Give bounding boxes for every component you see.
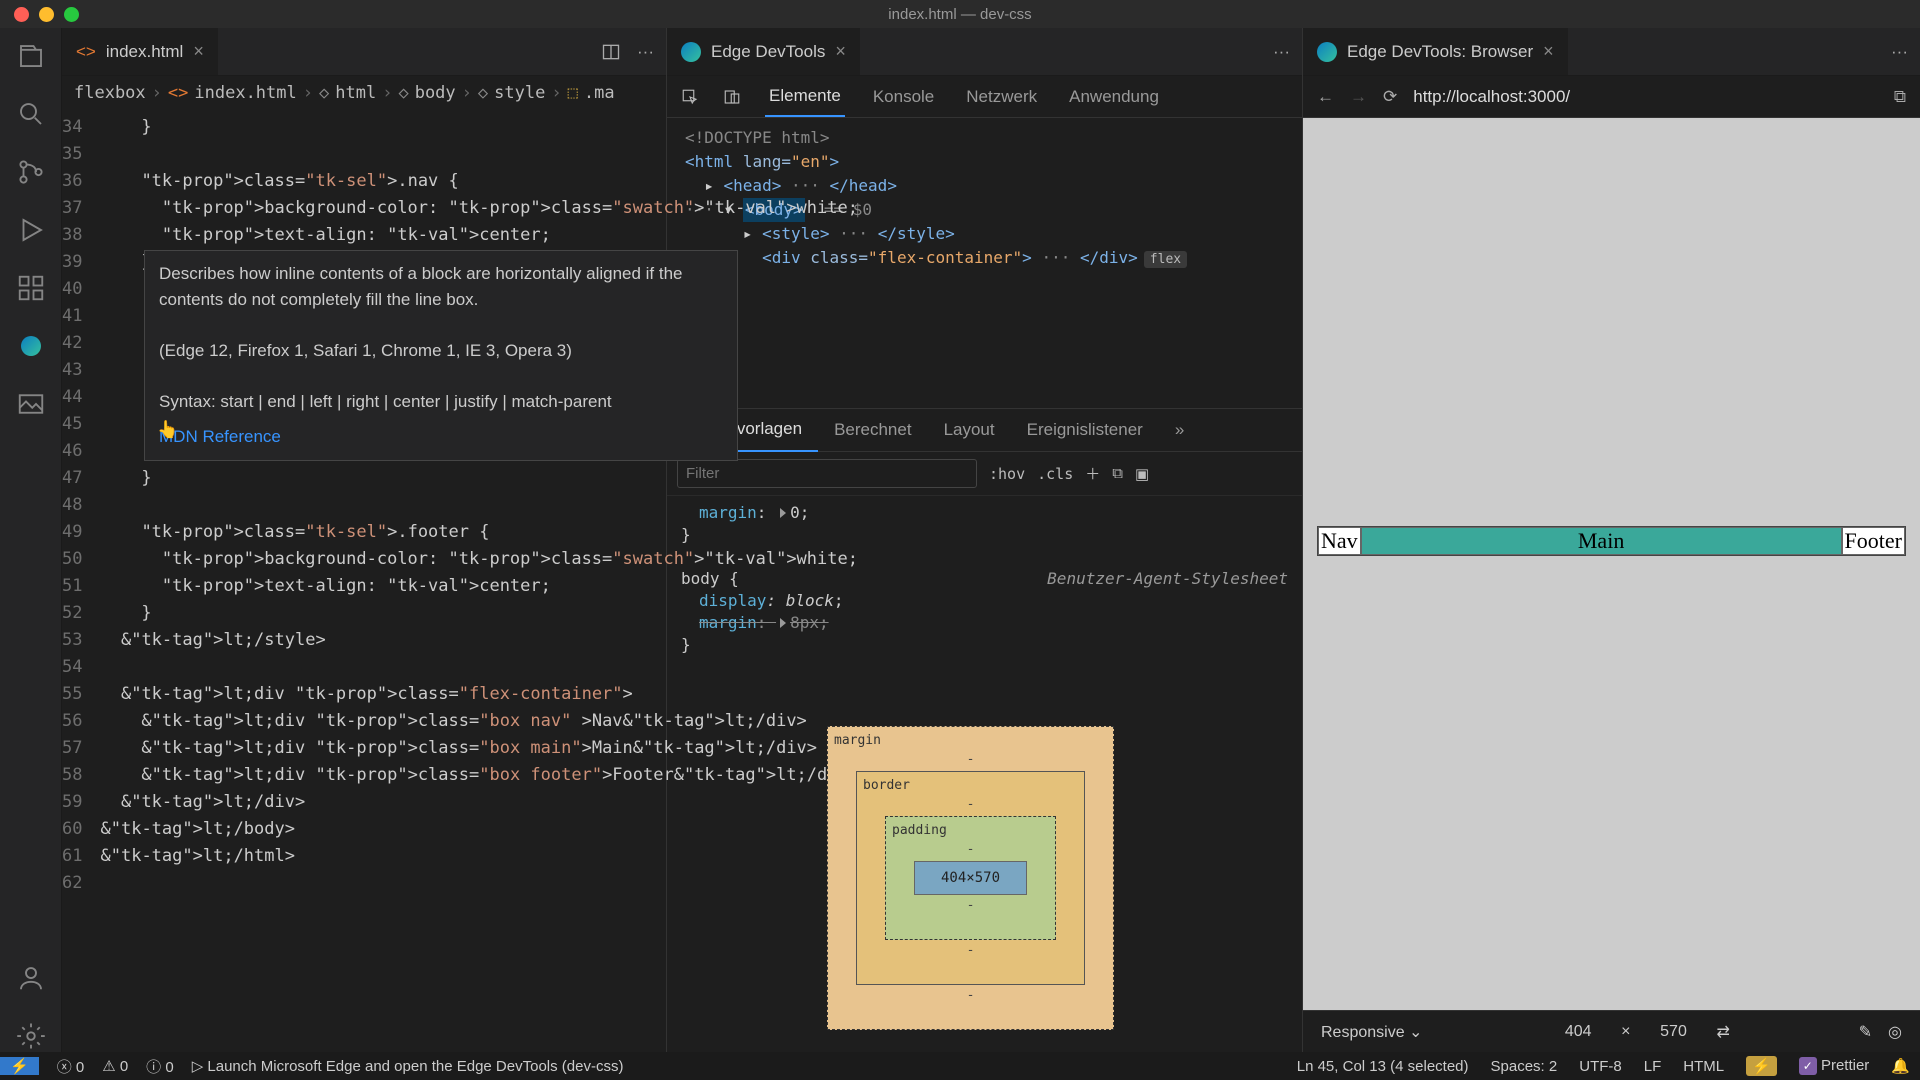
edge-tools-icon[interactable] [15,330,47,362]
tab-ereignislistener[interactable]: Ereignislistener [1011,409,1159,451]
box-model[interactable]: margin- border- padding- 404×570 - - - [827,726,1114,1030]
rotate-icon[interactable]: ⇄ [1717,1022,1730,1042]
toggle-pane-icon[interactable]: ▣ [1135,465,1149,483]
close-tab-icon[interactable]: × [1543,41,1554,62]
tab-konsole[interactable]: Konsole [869,78,938,116]
settings-gear-icon[interactable] [15,1020,47,1052]
cursor-position[interactable]: Ln 45, Col 13 (4 selected) [1297,1058,1469,1075]
line-numbers: 3435363738394041424344454647484950515253… [62,110,100,1052]
more-icon[interactable]: ··· [1273,42,1290,62]
forward-icon[interactable]: → [1350,87,1367,107]
tab-layout[interactable]: Layout [928,409,1011,451]
reload-icon[interactable]: ⟳ [1383,87,1397,107]
html-file-icon: <> [76,42,96,62]
mdn-reference-link[interactable]: MDN Reference [159,424,723,450]
eol-status[interactable]: LF [1644,1058,1662,1075]
rendered-nav: Nav [1318,527,1361,555]
close-tab-icon[interactable]: × [835,41,846,62]
traffic-lights [14,7,79,22]
cls-button[interactable]: .cls [1037,465,1073,483]
tab-label: Edge DevTools: Browser [1347,42,1533,62]
tab-index-html[interactable]: <> index.html × [62,28,218,75]
browser-viewport[interactable]: Nav Main Footer [1303,118,1920,1010]
width-input[interactable]: 404 [1551,1023,1605,1041]
maximize-window-icon[interactable] [64,7,79,22]
activity-bar [0,28,62,1052]
back-icon[interactable]: ← [1317,87,1334,107]
code-editor[interactable]: 3435363738394041424344454647484950515253… [62,110,666,1052]
editor-panel: <> index.html × ··· flexbox› <>index.htm… [62,28,666,1052]
tab-label: index.html [106,42,183,62]
encoding-status[interactable]: UTF-8 [1579,1058,1622,1075]
cursor-hand-icon: 👆 [157,420,178,440]
accounts-icon[interactable] [15,962,47,994]
inspect-element-icon[interactable] [681,88,699,106]
hover-tooltip: Describes how inline contents of a block… [144,250,738,461]
errors-count[interactable]: ⓧ 0 [57,1056,85,1077]
indent-status[interactable]: Spaces: 2 [1491,1058,1558,1075]
search-icon[interactable] [15,98,47,130]
close-tab-icon[interactable]: × [193,41,204,62]
browser-tabbar: Edge DevTools: Browser × ··· [1303,28,1920,76]
status-bar: ⚡ ⓧ 0 ⚠ 0 ⓘ 0 ▷ Launch Microsoft Edge an… [0,1052,1920,1080]
hov-button[interactable]: :hov [989,465,1025,483]
html-file-icon: <> [168,83,188,103]
height-input[interactable]: 570 [1647,1023,1701,1041]
eyedropper-icon[interactable]: ✎ [1859,1022,1872,1042]
gallery-icon[interactable] [15,388,47,420]
tab-anwendung[interactable]: Anwendung [1065,78,1163,116]
prettier-status[interactable]: ✓ Prettier [1799,1057,1870,1075]
edge-launch-status[interactable]: ▷ Launch Microsoft Edge and open the Edg… [192,1057,624,1075]
more-icon[interactable]: ··· [1891,42,1908,62]
run-debug-icon[interactable] [15,214,47,246]
styles-rules[interactable]: margin: 0; } body {Benutzer-Agent-Styles… [667,496,1302,1052]
explorer-icon[interactable] [15,40,47,72]
rendered-main: Main [1361,527,1842,555]
device-toolbar: Responsive ⌄ 404 × 570 ⇄ ✎ ◎ [1303,1010,1920,1052]
tab-browser[interactable]: Edge DevTools: Browser × [1303,28,1568,75]
tab-edge-devtools[interactable]: Edge DevTools × [667,28,860,75]
tab-netzwerk[interactable]: Netzwerk [962,78,1041,116]
tab-label: Edge DevTools [711,42,825,62]
minimize-window-icon[interactable] [39,7,54,22]
devtools-tabbar: Edge DevTools × ··· [667,28,1302,76]
new-style-icon[interactable]: ＋ [1085,463,1100,484]
open-external-icon[interactable]: ⧉ [1894,87,1906,107]
more-tabs-icon[interactable]: » [1159,409,1200,451]
rendered-footer: Footer [1842,527,1905,555]
macos-titlebar: index.html — dev-css [0,0,1920,28]
rendered-flex-container: Nav Main Footer [1317,526,1906,556]
browser-panel: Edge DevTools: Browser × ··· ← → ⟳ http:… [1302,28,1920,1052]
device-toggle-icon[interactable] [723,88,741,106]
edge-icon [1317,42,1337,62]
breadcrumb[interactable]: flexbox› <>index.html› ◇html› ◇body› ◇st… [62,76,666,110]
port-status[interactable]: ⚡ [1746,1056,1777,1076]
extensions-icon[interactable] [15,272,47,304]
target-icon[interactable]: ◎ [1888,1022,1902,1042]
copy-styles-icon[interactable]: ⧉ [1112,465,1123,482]
editor-tabbar: <> index.html × ··· [62,28,666,76]
url-bar[interactable]: http://localhost:3000/ [1413,87,1878,107]
browser-toolbar: ← → ⟳ http://localhost:3000/ ⧉ [1303,76,1920,118]
split-editor-icon[interactable] [601,42,621,62]
more-editor-icon[interactable]: ··· [637,42,654,62]
window-title: index.html — dev-css [888,6,1031,23]
edge-icon [681,42,701,62]
remote-indicator[interactable]: ⚡ [0,1057,39,1075]
warnings-count[interactable]: ⚠ 0 [102,1057,128,1075]
responsive-dropdown[interactable]: Responsive ⌄ [1321,1022,1422,1042]
source-control-icon[interactable] [15,156,47,188]
notifications-icon[interactable]: 🔔 [1891,1057,1910,1075]
info-count[interactable]: ⓘ 0 [146,1056,174,1077]
language-mode[interactable]: HTML [1683,1058,1724,1075]
close-window-icon[interactable] [14,7,29,22]
